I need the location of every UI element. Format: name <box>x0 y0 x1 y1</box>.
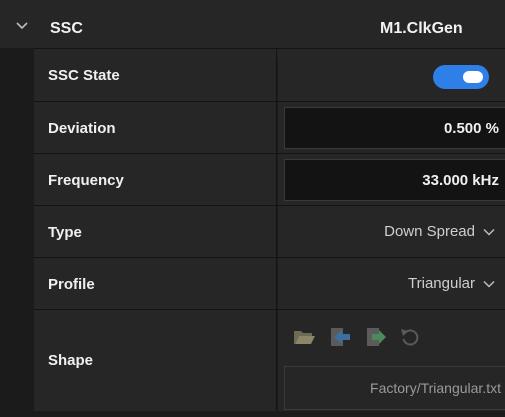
chevron-down-icon <box>483 280 495 288</box>
frequency-input[interactable] <box>284 159 505 201</box>
row-profile: Profile Triangular <box>34 257 505 309</box>
import-button[interactable] <box>326 324 354 350</box>
type-label: Type <box>48 224 82 241</box>
row-value-cell <box>278 49 505 101</box>
row-label-cell: Profile <box>34 258 277 309</box>
row-ssc-state: SSC State <box>34 48 505 101</box>
shape-file-field[interactable]: Factory/Triangular.txt <box>284 366 505 410</box>
group-indent <box>0 48 34 417</box>
row-label-cell: Type <box>34 206 277 257</box>
panel-bottom <box>34 411 505 417</box>
row-shape: Shape Factory/Triangular.txt <box>34 309 505 411</box>
chevron-down-icon[interactable] <box>14 18 30 34</box>
profile-dropdown[interactable]: Triangular <box>278 258 505 309</box>
export-button[interactable] <box>362 324 390 350</box>
open-folder-icon <box>294 331 315 344</box>
profile-value: Triangular <box>408 275 475 292</box>
group-title: SSC <box>50 20 83 37</box>
open-folder-button[interactable] <box>290 324 318 350</box>
row-frequency: Frequency <box>34 153 505 205</box>
ssc-state-label: SSC State <box>48 67 120 84</box>
group-device: M1.ClkGen <box>380 20 463 37</box>
type-dropdown[interactable]: Down Spread <box>278 206 505 257</box>
row-label-cell: Shape <box>34 310 277 411</box>
deviation-label: Deviation <box>48 120 116 137</box>
row-value-cell <box>278 154 505 205</box>
row-label-cell: SSC State <box>34 49 277 101</box>
type-value: Down Spread <box>384 223 475 240</box>
row-label-cell: Deviation <box>34 102 277 153</box>
row-value-cell <box>278 102 505 153</box>
row-type: Type Down Spread <box>34 205 505 257</box>
profile-label: Profile <box>48 276 95 293</box>
deviation-input[interactable] <box>284 107 505 149</box>
shape-label: Shape <box>48 352 94 369</box>
ssc-state-toggle[interactable] <box>433 65 489 89</box>
export-icon <box>367 328 386 346</box>
shape-file-path: Factory/Triangular.txt <box>370 380 501 396</box>
reset-button[interactable] <box>396 324 424 350</box>
reset-icon <box>401 329 419 346</box>
ssc-panel: SSC M1.ClkGen SSC State Deviation Freque… <box>0 0 505 417</box>
import-icon <box>331 328 350 346</box>
frequency-label: Frequency <box>48 172 124 189</box>
toggle-knob <box>463 71 483 83</box>
row-deviation: Deviation <box>34 101 505 153</box>
row-value-cell: Factory/Triangular.txt <box>278 310 505 411</box>
row-label-cell: Frequency <box>34 154 277 205</box>
chevron-down-icon <box>483 228 495 236</box>
